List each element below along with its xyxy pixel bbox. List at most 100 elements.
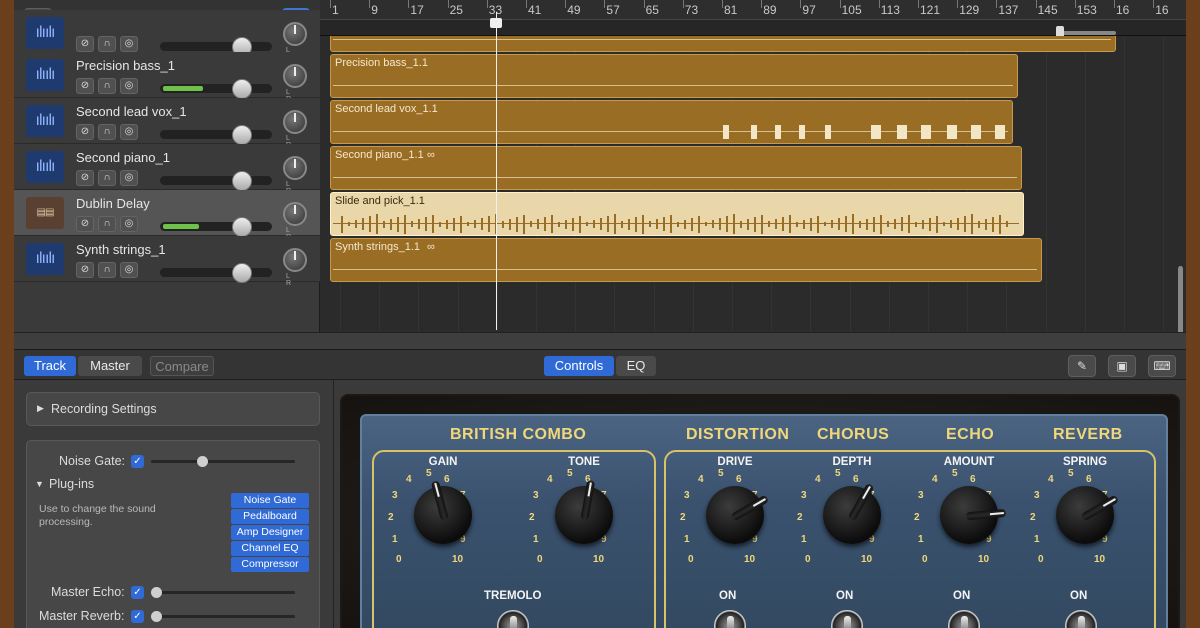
track-name[interactable]: Second piano_1 — [76, 150, 170, 165]
solo-button[interactable]: ∩ — [98, 170, 116, 186]
noise-gate-checkbox[interactable]: ✓ — [131, 455, 144, 468]
record-enable-button[interactable]: ◎ — [120, 216, 138, 232]
master-reverb-slider-knob[interactable] — [151, 611, 162, 622]
volume-knob[interactable] — [232, 171, 252, 191]
tab-track[interactable]: Track — [24, 356, 76, 376]
volume-knob[interactable] — [232, 79, 252, 99]
track-name[interactable]: Precision bass_1 — [76, 58, 175, 73]
track-header[interactable]: ılıılı Synth strings_1 ⊘ ∩ ◎ L R — [14, 236, 320, 287]
tab-master[interactable]: Master — [78, 356, 142, 376]
track-header[interactable]: ılıılıSecond piano_1⊘∩◎L R — [14, 144, 320, 195]
recording-settings-section[interactable]: ▶ Recording Settings — [26, 392, 320, 426]
playhead[interactable] — [490, 12, 502, 330]
record-enable-button[interactable]: ◎ — [120, 78, 138, 94]
solo-button[interactable]: ∩ — [98, 216, 116, 232]
mute-button[interactable]: ⊘ — [76, 124, 94, 140]
solo-button[interactable]: ∩ — [98, 124, 116, 140]
mute-button[interactable]: ⊘ — [76, 170, 94, 186]
mute-button[interactable]: ⊘ — [76, 78, 94, 94]
waveform-peak — [733, 214, 735, 234]
spring-knob[interactable] — [1056, 486, 1120, 544]
scale-number: 0 — [688, 554, 694, 565]
mute-button[interactable]: ⊘ — [76, 216, 94, 232]
region[interactable]: Precision bass_1.1 — [330, 54, 1018, 98]
ruler-tick — [682, 0, 684, 8]
compare-button[interactable]: Compare — [150, 356, 214, 376]
plugin-button[interactable]: Channel EQ — [231, 541, 309, 556]
master-echo-checkbox[interactable]: ✓ — [131, 586, 144, 599]
amount-knob[interactable] — [940, 486, 1007, 544]
volume-slider[interactable] — [160, 84, 272, 93]
ruler[interactable]: 1 9 17 25 33 41 49 57 65 73 81 89 97 105 113 121 129 137 1… — [320, 0, 1186, 20]
volume-slider[interactable] — [160, 176, 272, 185]
volume-knob[interactable] — [232, 263, 252, 283]
waveform-peak — [761, 214, 763, 234]
solo-button[interactable]: ∩ — [98, 262, 116, 278]
record-enable-button[interactable]: ◎ — [120, 262, 138, 278]
pencil-button[interactable]: ✎ — [1068, 355, 1096, 377]
track-name[interactable]: Second lead vox_1 — [76, 104, 187, 119]
pan-knob[interactable] — [283, 110, 307, 134]
region[interactable]: Synth strings_1.1 ∞ — [330, 238, 1042, 282]
record-enable-button[interactable]: ◎ — [120, 36, 138, 52]
ruler-tick — [722, 0, 723, 8]
volume-slider[interactable] — [160, 268, 272, 277]
depth-knob[interactable] — [823, 482, 881, 544]
solo-button[interactable]: ∩ — [98, 36, 116, 52]
bar-number: 89 — [763, 3, 777, 17]
mute-button[interactable]: ⊘ — [76, 262, 94, 278]
waveform-peak — [775, 219, 777, 229]
master-echo-slider[interactable] — [151, 587, 295, 598]
region[interactable]: Second piano_1.1 ∞ — [330, 146, 1022, 190]
bar-number: 25 — [449, 3, 463, 17]
pan-knob[interactable] — [283, 156, 307, 180]
plugin-button[interactable]: Amp Designer — [231, 525, 309, 540]
drive-knob[interactable] — [706, 486, 770, 544]
region[interactable]: Slide and pick_1.1 — [330, 192, 1024, 236]
keyboard-button[interactable]: ⌨ — [1148, 355, 1176, 377]
gain-knob[interactable] — [414, 480, 472, 544]
pane-divider[interactable] — [14, 332, 1186, 350]
scale-number: 6 — [853, 474, 859, 485]
volume-slider[interactable] — [160, 130, 272, 139]
volume-knob[interactable] — [232, 125, 252, 145]
region[interactable] — [330, 36, 1116, 52]
track-name[interactable]: Dublin Delay — [76, 196, 150, 211]
tone-knob[interactable] — [555, 479, 613, 544]
tab-eq[interactable]: EQ — [616, 356, 656, 376]
zoom-slider[interactable] — [1056, 26, 1116, 38]
record-enable-button[interactable]: ◎ — [120, 170, 138, 186]
ruler-lower[interactable] — [320, 20, 1186, 38]
track-header[interactable]: ılıılıPrecision bass_1⊘∩◎L R — [14, 52, 320, 103]
disclosure-down-icon[interactable]: ▼ — [35, 479, 44, 489]
pan-knob[interactable] — [283, 202, 307, 226]
track-header[interactable]: ▤▤Dublin Delay⊘∩◎L R — [14, 190, 320, 241]
mute-button[interactable]: ⊘ — [76, 36, 94, 52]
record-enable-button[interactable]: ◎ — [120, 124, 138, 140]
noise-gate-slider[interactable] — [151, 456, 295, 467]
plugin-button[interactable]: Pedalboard — [231, 509, 309, 524]
vertical-scrollbar[interactable] — [1178, 266, 1183, 332]
region[interactable]: Second lead vox_1.1 — [330, 100, 1013, 144]
volume-slider[interactable] — [160, 222, 272, 231]
inspector-button[interactable]: ▣ — [1108, 355, 1136, 377]
pan-knob[interactable] — [283, 22, 307, 46]
track-header[interactable]: ılıılıSecond lead vox_1⊘∩◎L R — [14, 98, 320, 149]
waveform-peak — [915, 221, 917, 227]
master-echo-slider-knob[interactable] — [151, 587, 162, 598]
timeline-area[interactable]: Precision bass_1.1 Second lead vox_1.1 Sec… — [320, 36, 1186, 332]
plugin-button[interactable]: Compressor — [231, 557, 309, 572]
master-reverb-slider[interactable] — [151, 611, 295, 622]
track-name[interactable]: Synth strings_1 — [76, 242, 166, 257]
pan-knob[interactable] — [283, 64, 307, 88]
pan-knob[interactable] — [283, 248, 307, 272]
plugin-button[interactable]: Noise Gate — [231, 493, 309, 508]
track-header[interactable]: ılıılı⊘∩◎L R — [14, 10, 320, 61]
record-icon: ◎ — [124, 218, 134, 229]
volume-knob[interactable] — [232, 217, 252, 237]
volume-slider[interactable] — [160, 42, 272, 51]
master-reverb-checkbox[interactable]: ✓ — [131, 610, 144, 623]
tab-controls[interactable]: Controls — [544, 356, 614, 376]
solo-button[interactable]: ∩ — [98, 78, 116, 94]
noise-gate-slider-knob[interactable] — [197, 456, 208, 467]
